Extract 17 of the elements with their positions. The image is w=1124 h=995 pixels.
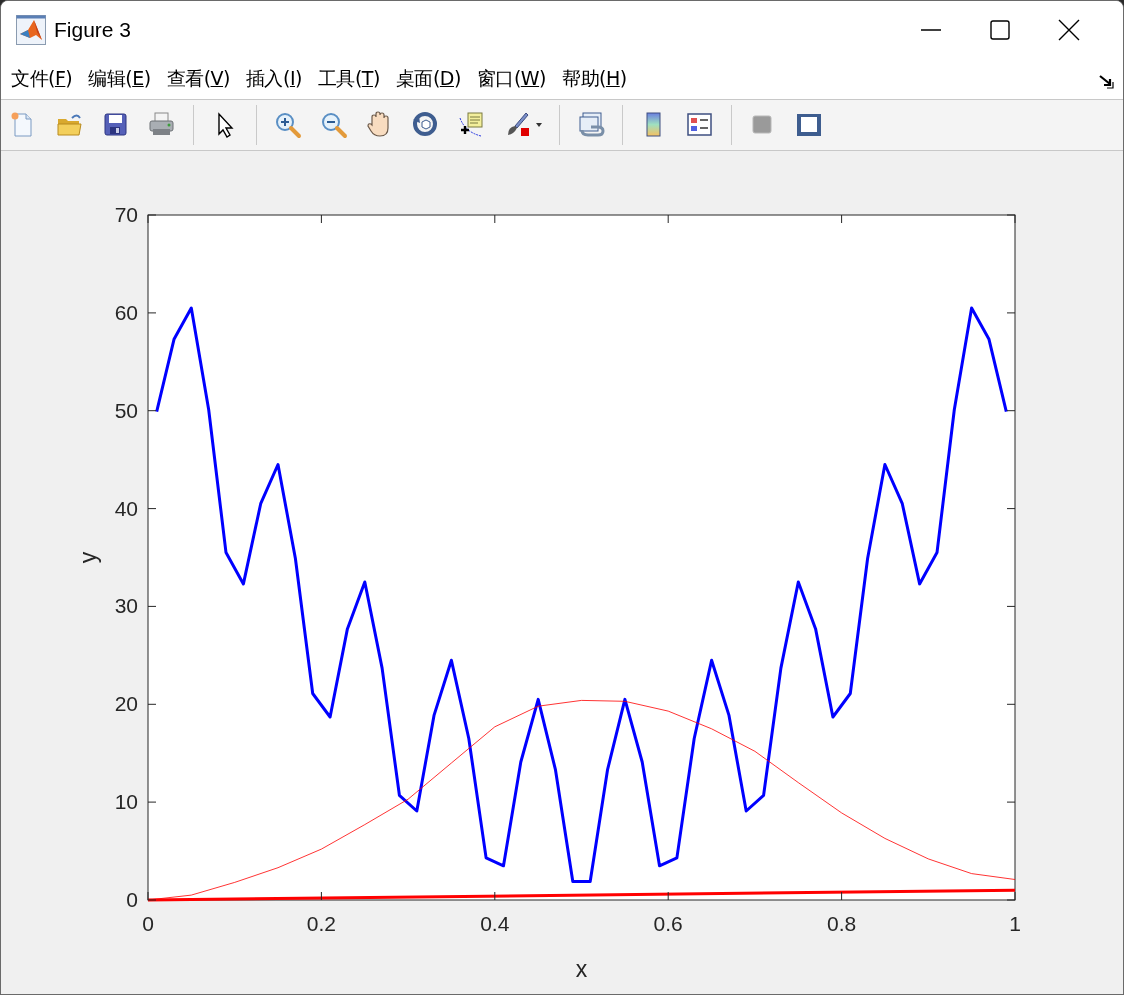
tick-label: 1	[1009, 912, 1021, 935]
axis-title: x	[575, 956, 588, 982]
tick-label: 70	[114, 203, 138, 226]
tick-label: 0.6	[653, 912, 683, 935]
tick-label: 10	[114, 790, 138, 814]
axis-title: y	[75, 551, 101, 564]
tick-label: 0.2	[306, 912, 336, 935]
tick-label: 60	[114, 300, 138, 324]
tick-label: 0	[126, 888, 138, 911]
tick-label: 0.4	[480, 912, 510, 935]
tick-label: 20	[114, 692, 138, 716]
tick-label: 0.8	[827, 912, 857, 935]
tick-label: 30	[114, 594, 138, 618]
tick-label: 0	[142, 912, 154, 935]
window-title: Figure 3	[54, 18, 132, 42]
tick-label: 50	[114, 398, 138, 422]
tick-label: 40	[114, 496, 138, 520]
